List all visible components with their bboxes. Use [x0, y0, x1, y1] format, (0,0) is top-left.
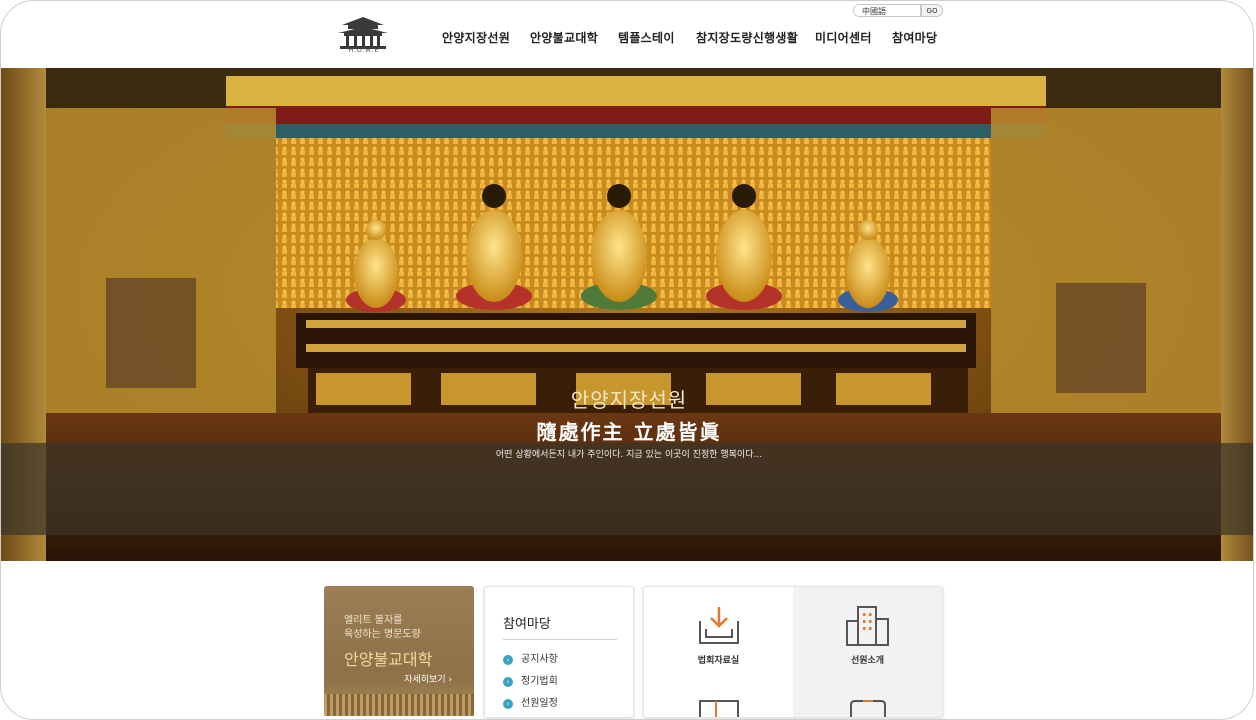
browser-frame: H.O.M.E 中國語 GO 안양지장선원 안양불교대학 템플스테이 참지장도량… [0, 0, 1254, 720]
hero-hanja-motto: 隨處作主 立處皆眞 [536, 420, 722, 444]
board-item-label: 공지사항 [521, 654, 558, 665]
univ-tagline-line1: 엘리트 불자를 [344, 615, 403, 626]
building-icon [846, 606, 889, 646]
quick-link-row2-right[interactable] [793, 687, 942, 717]
quick-link-temple-intro[interactable]: 선원소개 [793, 587, 942, 687]
board-divider [503, 639, 617, 640]
hero-banner: 안양지장선원 隨處作主 立處皆眞 어떤 상황에서든지 내가 주인이다. 지금 있… [1, 68, 1253, 561]
language-select[interactable]: 中國語 [853, 4, 921, 17]
quick-links-card: 법회자료실 선원소개 [643, 586, 943, 718]
nav-item-participation[interactable]: 참여마당 [892, 29, 937, 46]
board-item-schedule[interactable]: › 선원일정 [503, 694, 558, 709]
buddhist-university-card[interactable]: 엘리트 불자를 육성하는 명문도량 안양불교대학 자세히보기 › [324, 586, 474, 716]
univ-decorative-strip [324, 694, 474, 716]
arrow-bullet-icon: › [503, 654, 513, 665]
document-icon [699, 700, 739, 717]
univ-tagline-line2: 육성하는 명문도량 [344, 629, 421, 640]
univ-more-link[interactable]: 자세히보기 › [404, 672, 452, 685]
language-go-button[interactable]: GO [921, 4, 943, 17]
language-selector: 中國語 GO [853, 4, 943, 19]
hero-subtitle: 어떤 상황에서든지 내가 주인이다. 지금 있는 이곳이 진정한 행복이다... [495, 450, 763, 460]
univ-tagline: 엘리트 불자를 육성하는 명문도량 [344, 614, 421, 642]
nav-item-buddhist-university[interactable]: 안양불교대학 [530, 29, 598, 46]
nav-item-media-center[interactable]: 미디어센터 [815, 29, 872, 46]
board-item-regular-dharma[interactable]: › 정기법회 [503, 672, 558, 687]
univ-title: 안양불교대학 [344, 650, 433, 669]
board-item-label: 정기법회 [521, 676, 558, 687]
quick-link-label: 법회자료실 [697, 656, 740, 666]
logo-text: H.O.M.E [348, 47, 380, 54]
board-item-notice[interactable]: › 공지사항 [503, 650, 558, 665]
arrow-bullet-icon: › [503, 698, 513, 709]
hero-title: 안양지장선원 [570, 388, 688, 412]
board-item-label: 선원일정 [521, 698, 558, 709]
nav-item-practice-life[interactable]: 참지장도량신행생활 [696, 29, 798, 46]
board-title: 참여마당 [503, 617, 551, 632]
calendar-icon [850, 700, 886, 717]
arrow-bullet-icon: › [503, 676, 513, 687]
nav-item-anyang-jijang[interactable]: 안양지장선원 [442, 29, 510, 46]
download-tray-icon [699, 607, 739, 644]
participation-board-card: 참여마당 › 공지사항 › 정기법회 › 선원일정 [484, 586, 634, 718]
nav-item-templestay[interactable]: 템플스테이 [618, 29, 675, 46]
quick-link-label: 선원소개 [850, 656, 885, 666]
quick-link-row2-left[interactable] [644, 687, 793, 717]
quick-link-dharma-archive[interactable]: 법회자료실 [644, 587, 793, 687]
